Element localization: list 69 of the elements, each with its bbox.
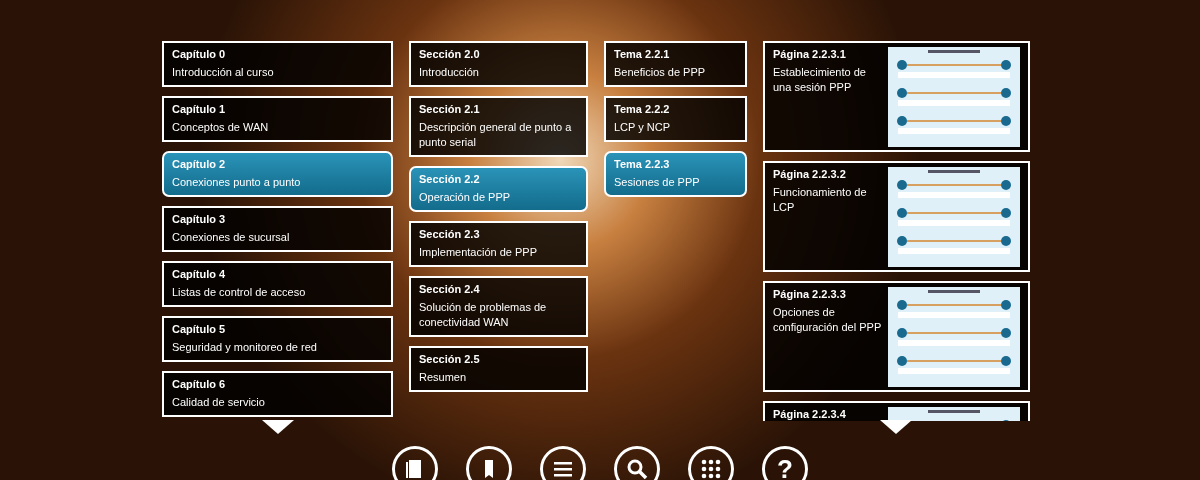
card-title: Conexiones de sucursal <box>172 231 290 243</box>
page-card[interactable]: Página 2.2.3.2 Funcionamiento de LCP <box>763 161 1030 272</box>
help-button[interactable]: ? <box>762 446 808 480</box>
card-title: Beneficios de PPP <box>614 66 706 78</box>
card-heading: Capítulo 0 <box>172 47 227 62</box>
card-heading: Capítulo 3 <box>172 212 227 227</box>
card-heading: Sección 2.3 <box>419 227 481 242</box>
card-heading: Tema 2.2.2 <box>614 102 671 117</box>
menu-card[interactable]: Capítulo 0 Introducción al curso <box>162 41 393 87</box>
card-heading: Tema 2.2.3 <box>614 157 671 172</box>
card-title: LCP y NCP <box>614 121 671 133</box>
menu-card[interactable]: Sección 2.4 Solución de problemas de conectividad WAN <box>409 276 588 337</box>
search-icon <box>625 457 649 480</box>
grid-button[interactable] <box>688 446 734 480</box>
card-heading: Tema 2.2.1 <box>614 47 671 62</box>
card-title: Introducción al curso <box>172 66 274 78</box>
bookmark-button[interactable] <box>466 446 512 480</box>
menu-card[interactable]: Capítulo 6 Calidad de servicio <box>162 371 393 417</box>
card-heading: Capítulo 1 <box>172 102 227 117</box>
card-heading: Capítulo 6 <box>172 377 227 392</box>
menu-card[interactable]: Capítulo 3 Conexiones de sucursal <box>162 206 393 252</box>
menu-card[interactable]: Sección 2.5 Resumen <box>409 346 588 392</box>
card-title: Operación de PPP <box>419 191 511 203</box>
card-heading: Sección 2.1 <box>419 102 481 117</box>
card-title: Seguridad y monitoreo de red <box>172 341 317 353</box>
card-heading: Página 2.2.3.1 <box>773 47 847 62</box>
book-button[interactable] <box>392 446 438 480</box>
grid-icon <box>699 457 723 480</box>
search-button[interactable] <box>614 446 660 480</box>
menu-card[interactable]: Capítulo 4 Listas de control de acceso <box>162 261 393 307</box>
card-title: Solución de problemas de conectividad WAN <box>419 301 547 328</box>
card-heading: Capítulo 2 <box>172 157 227 172</box>
card-title: Resumen <box>419 371 467 383</box>
menu-card[interactable]: Sección 2.1 Descripción general de punto a punto serial <box>409 96 588 157</box>
card-title: Implementación de PPP <box>419 246 537 258</box>
card-title: Conceptos de WAN <box>172 121 269 133</box>
scroll-down-arrow[interactable] <box>880 420 912 434</box>
menu-card[interactable]: Tema 2.2.2 LCP y NCP <box>604 96 747 142</box>
card-title: Establecimiento de una sesión PPP <box>773 66 866 93</box>
card-title: Sesiones de PPP <box>614 176 700 188</box>
card-title: Conexiones punto a punto <box>172 176 301 188</box>
card-heading: Página 2.2.3.3 <box>773 287 847 302</box>
card-title: Descripción general de punto a punto serial <box>419 121 572 148</box>
card-heading: Sección 2.0 <box>419 47 481 62</box>
menu-button[interactable] <box>540 446 586 480</box>
card-heading: Capítulo 5 <box>172 322 227 337</box>
menu-card[interactable]: Sección 2.2 Operación de PPP <box>409 166 588 212</box>
card-title: Opciones de configuración del PPP <box>773 306 882 333</box>
menu-card[interactable]: Capítulo 5 Seguridad y monitoreo de red <box>162 316 393 362</box>
menu-card[interactable]: Capítulo 1 Conceptos de WAN <box>162 96 393 142</box>
card-title: Funcionamiento de LCP <box>773 186 867 213</box>
card-heading: Página 2.2.3.2 <box>773 167 847 182</box>
page-card[interactable]: Página 2.2.3.3 Opciones de configuración del PPP <box>763 281 1030 392</box>
page-card[interactable]: Página 2.2.3.4 <box>763 401 1030 421</box>
menu-card[interactable]: Tema 2.2.3 Sesiones de PPP <box>604 151 747 197</box>
menu-card[interactable]: Tema 2.2.1 Beneficios de PPP <box>604 41 747 87</box>
card-title: Calidad de servicio <box>172 396 265 408</box>
card-heading: Sección 2.5 <box>419 352 481 367</box>
card-title: Introducción <box>419 66 479 78</box>
menu-card[interactable]: Sección 2.0 Introducción <box>409 41 588 87</box>
scroll-down-arrow[interactable] <box>262 420 294 434</box>
card-heading: Capítulo 4 <box>172 267 227 282</box>
card-heading: Sección 2.4 <box>419 282 481 297</box>
card-title: Listas de control de acceso <box>172 286 306 298</box>
card-heading: Página 2.2.3.4 <box>773 407 847 421</box>
page-card[interactable]: Página 2.2.3.1 Establecimiento de una sesión PPP <box>763 41 1030 152</box>
menu-card[interactable]: Capítulo 2 Conexiones punto a punto <box>162 151 393 197</box>
card-heading: Sección 2.2 <box>419 172 481 187</box>
menu-card[interactable]: Sección 2.3 Implementación de PPP <box>409 221 588 267</box>
